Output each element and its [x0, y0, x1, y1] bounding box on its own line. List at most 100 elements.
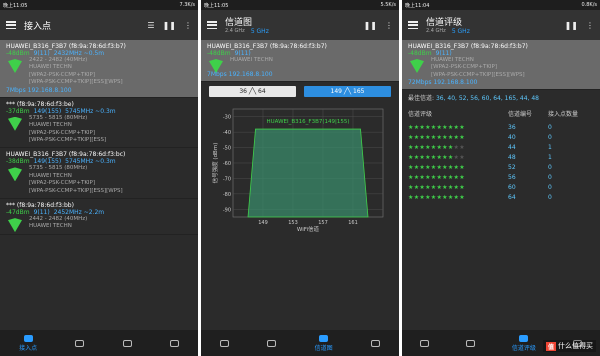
range-tab-36-64[interactable]: 36 ╱╲ 64 [209, 86, 296, 97]
status-speed: 0.8K/s [581, 2, 597, 8]
rating-stars: ★★★★★★★★★★ [408, 173, 465, 181]
status-bar: 晚上11:05 5.5K/s [201, 0, 399, 10]
more-icon[interactable]: ⋮ [586, 21, 594, 30]
screen-channel-graph: 晚上11:05 5.5K/s 信道图 2.4 GHz 5 GHz ❚❚ ⋮ HUA… [201, 0, 399, 356]
ap-list: HUAWEI_B316_F3B7 (f8:9a:78:6d:f3:b7) -48d… [0, 40, 198, 235]
x-tick-label: 149 [258, 220, 268, 226]
bottom-nav: 接入点 [0, 330, 198, 356]
rating-stars: ★★★★★★★★★★ [408, 193, 465, 201]
pause-icon[interactable]: ❚❚ [565, 21, 578, 30]
app-bar: 信道图 2.4 GHz 5 GHz ❚❚ ⋮ [201, 10, 399, 40]
nav-access-points[interactable] [220, 339, 230, 347]
wifi-icon [23, 334, 33, 342]
radar-icon [466, 339, 476, 347]
nav-channel-rating[interactable] [122, 339, 132, 347]
filter-icon[interactable]: ☰ [147, 21, 154, 30]
rating-stars: ★★★★★★★★★★ [408, 143, 465, 151]
x-tick-label: 157 [318, 220, 328, 226]
graph-icon [169, 339, 179, 347]
wifi-signal-icon [6, 165, 24, 179]
page-title: 信道评级 [426, 18, 463, 28]
band-5-tab[interactable]: 5 GHz [452, 28, 470, 35]
bottom-nav: 信道图 [201, 330, 399, 356]
rating-row: ★★★★★★★★★★ 44 1 [408, 143, 552, 151]
status-time: 晚上11:04 [405, 2, 430, 9]
status-speed: 7.3K/s [179, 2, 195, 8]
more-icon[interactable]: ⋮ [385, 21, 393, 30]
channel-chart: -30 -40 -50 -60 -70 -80 -90 149 153 157 161 HUAWEI_… [201, 101, 399, 243]
wifi-signal-icon [408, 57, 426, 71]
ap-list-item[interactable]: *** (f8:9a:78:6d:f3:be) -37dBm 149(155) 574… [0, 98, 198, 149]
app-bar: 信道评级 2.4 GHz 5 GHz ❚❚ ⋮ [402, 10, 600, 40]
wifi-icon [420, 339, 430, 347]
y-tick-label: -50 [223, 146, 231, 152]
rating-row: ★★★★★★★★★★ 56 0 [408, 173, 552, 181]
nav-channel-rating[interactable]: 信道评级 [512, 334, 536, 352]
rating-row: ★★★★★★★★★★ 40 0 [408, 133, 552, 141]
rating-stars: ★★★★★★★★★★ [408, 133, 465, 141]
range-tab-149-165[interactable]: 149 ╱╲ 165 [304, 86, 391, 97]
wifi-signal-icon [6, 57, 24, 71]
watermark-logo: 值什么值得买 [542, 340, 596, 352]
status-speed: 5.5K/s [380, 2, 396, 8]
rating-stars: ★★★★★★★★★★ [408, 183, 465, 191]
app-bar: 接入点 ☰ ❚❚ ⋮ [0, 10, 198, 40]
screen-access-points: 晚上11:05 7.3K/s 接入点 ☰ ❚❚ ⋮ HUAWEI_B316_F3… [0, 0, 198, 356]
nav-access-points[interactable] [420, 339, 430, 347]
menu-icon[interactable] [6, 21, 16, 29]
rating-row: ★★★★★★★★★★ 52 0 [408, 163, 552, 171]
band-5-tab[interactable]: 5 GHz [251, 28, 269, 35]
status-bar: 晚上11:05 7.3K/s [0, 0, 198, 10]
channel-chart-svg: -30 -40 -50 -60 -70 -80 -90 149 153 157 161 HUAWEI_… [211, 108, 384, 233]
radar-icon [267, 339, 277, 347]
rating-header: 信道评级 信道编号 接入点数量 [408, 111, 579, 119]
band-24-tab[interactable]: 2.4 GHz [225, 28, 245, 35]
nav-channel-graph-alt[interactable] [267, 339, 277, 347]
y-tick-label: -40 [223, 130, 231, 136]
pause-icon[interactable]: ❚❚ [163, 21, 176, 30]
nav-channel-graph[interactable] [75, 339, 85, 347]
bar-icon [519, 334, 529, 342]
wifi-signal-icon [6, 115, 24, 129]
status-time: 晚上11:05 [3, 2, 28, 9]
wifi-signal-icon [6, 216, 24, 230]
status-bar: 晚上11:04 0.8K/s [402, 0, 600, 10]
y-tick-label: -30 [223, 115, 231, 121]
nav-radar[interactable] [466, 339, 476, 347]
rating-row: ★★★★★★★★★★ 60 0 [408, 183, 552, 191]
rating-row: ★★★★★★★★★★ 36 0 [408, 123, 552, 131]
rating-stars: ★★★★★★★★★★ [408, 123, 465, 131]
screen-channel-rating: 晚上11:04 0.8K/s 信道评级 2.4 GHz 5 GHz ❚❚ ⋮ HU… [402, 0, 600, 356]
y-tick-label: -80 [223, 192, 231, 198]
more-icon[interactable]: ⋮ [184, 21, 192, 30]
y-tick-label: -90 [223, 207, 231, 213]
nav-time-graph[interactable] [169, 339, 179, 347]
status-time: 晚上11:05 [204, 2, 229, 9]
wifi-signal-icon [207, 57, 225, 71]
rating-row: ★★★★★★★★★★ 48 1 [408, 153, 552, 161]
wifi-icon [220, 339, 230, 347]
nav-access-points[interactable]: 接入点 [19, 334, 37, 352]
ap-list-item[interactable]: *** (f8:9a:78:6d:f3:bb) -47dBm 9(11) 2452MH… [0, 199, 198, 235]
x-tick-label: 161 [348, 220, 358, 226]
nav-channel-graph[interactable]: 信道图 [315, 334, 333, 352]
connected-ap[interactable]: HUAWEI_B316_F3B7 (f8:9a:78:6d:f3:b7) -48… [402, 40, 600, 91]
series-area [247, 128, 369, 218]
menu-icon[interactable] [207, 21, 217, 29]
rating-stars: ★★★★★★★★★★ [408, 153, 465, 161]
band-24-tab[interactable]: 2.4 GHz [426, 28, 446, 35]
connected-ap[interactable]: HUAWEI_B316_F3B7 (f8:9a:78:6d:f3:b7) -48… [201, 40, 399, 82]
ap-list-item[interactable]: HUAWEI_B316_F3B7 (f8:9a:78:6d:f3:bc) -38d… [0, 148, 198, 200]
y-axis-label: 信号强度 (dBm) [211, 143, 219, 184]
x-tick-label: 153 [288, 220, 298, 226]
bar-icon [370, 339, 380, 347]
bar-icon [122, 339, 132, 347]
nav-rating[interactable] [370, 339, 380, 347]
pause-icon[interactable]: ❚❚ [364, 21, 377, 30]
page-title: 信道图 [225, 18, 253, 28]
ap-list-item[interactable]: HUAWEI_B316_F3B7 (f8:9a:78:6d:f3:b7) -48d… [0, 40, 198, 98]
menu-icon[interactable] [408, 21, 418, 29]
y-tick-label: -70 [223, 176, 231, 182]
series-label: HUAWEI_B316_F3B7(149|155) [266, 119, 349, 125]
channel-range-tabs: 36 ╱╲ 64 149 ╱╲ 165 [201, 82, 399, 101]
